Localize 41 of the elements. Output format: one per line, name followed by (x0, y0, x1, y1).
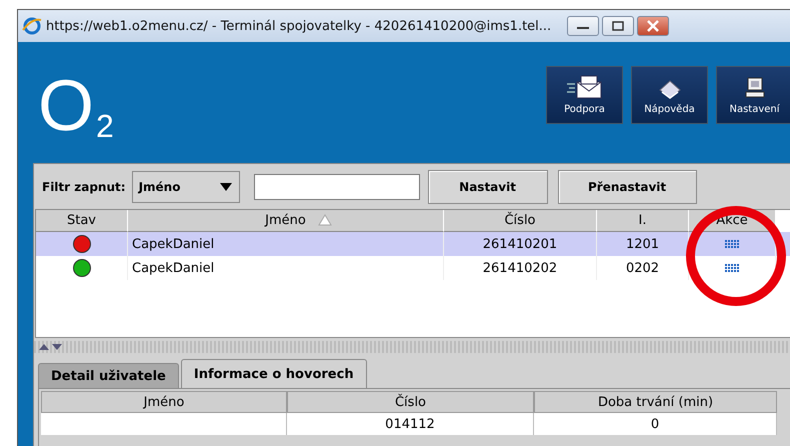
envelope-icon (564, 74, 604, 100)
grid-icon[interactable] (724, 238, 740, 250)
grid-icon[interactable] (724, 262, 740, 274)
toolbar-button[interactable]: Nápověda (631, 66, 708, 124)
filter-button[interactable]: Nastavit (428, 170, 548, 204)
toolbar-button[interactable]: Nastavení (716, 66, 790, 124)
maximize-button[interactable] (602, 16, 634, 36)
table-row[interactable]: CapekDaniel 261410201 1201 (36, 232, 790, 256)
dropdown-arrow-icon (218, 182, 233, 192)
table-cell: CapekDaniel (128, 256, 444, 280)
column-header[interactable]: Stav (36, 210, 128, 232)
column-header[interactable]: Jméno (128, 210, 444, 232)
filter-dropdown[interactable]: Jméno (132, 170, 240, 202)
filter-button[interactable]: Přenastavit (558, 170, 697, 204)
column-header[interactable]: Číslo (444, 210, 597, 232)
window-title: https://web1.o2menu.cz/ - Terminál spojovatelky - 420261410200@ims1.tel... (46, 18, 552, 34)
table-cell: 261410201 (444, 232, 597, 256)
filter-input[interactable] (254, 174, 420, 200)
logo: O$_{2}$ (38, 65, 114, 142)
column-header: Číslo (287, 391, 534, 413)
table-cell: 014112 (287, 413, 534, 435)
tab[interactable]: Informace o hovorech (180, 359, 367, 388)
minimize-button[interactable] (567, 16, 600, 36)
maximize-icon (611, 21, 626, 31)
table-row[interactable]: CapekDaniel 261410202 0202 (36, 256, 790, 280)
toolbar-button[interactable]: Podpora (546, 66, 623, 124)
table-cell: 1201 (597, 232, 689, 256)
table-cell: 0202 (597, 256, 689, 280)
close-button[interactable] (637, 16, 670, 36)
filter-label: Filtr zapnut: (42, 180, 126, 194)
table-cell: CapekDaniel (128, 232, 444, 256)
close-icon (646, 20, 660, 32)
table-cell: 261410202 (444, 256, 597, 280)
column-header[interactable]: I. (597, 210, 689, 232)
split-arrows-icon[interactable] (38, 343, 64, 351)
table-cell: 0 (534, 413, 777, 435)
column-header: Doba trvání (min) (534, 391, 777, 413)
globe-icon (22, 16, 42, 36)
column-header: Jméno (41, 391, 287, 413)
computer-icon (742, 76, 766, 100)
tab[interactable]: Detail uživatele (38, 363, 179, 388)
